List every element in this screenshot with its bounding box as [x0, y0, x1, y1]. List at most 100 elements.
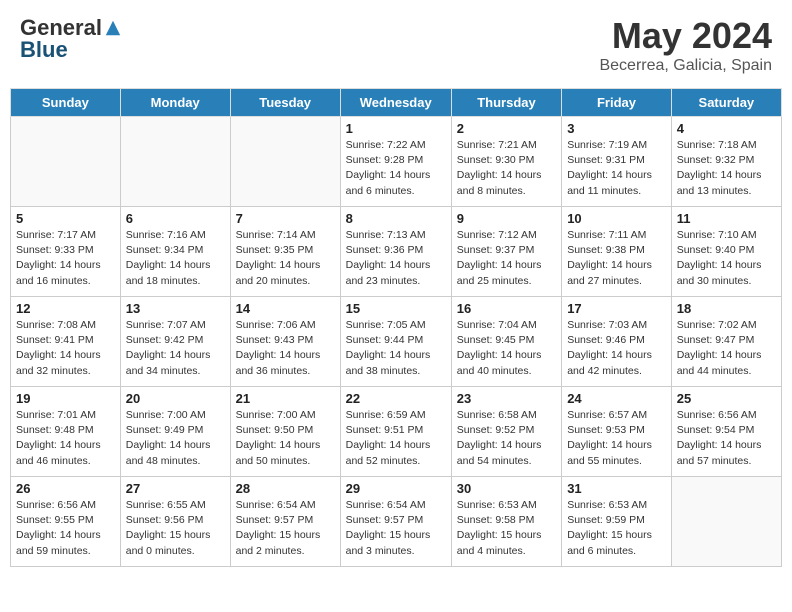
day-number: 16 [457, 301, 556, 316]
day-info: Sunrise: 7:11 AM Sunset: 9:38 PM Dayligh… [567, 228, 666, 289]
day-number: 22 [346, 391, 446, 406]
day-info: Sunrise: 7:04 AM Sunset: 9:45 PM Dayligh… [457, 318, 556, 379]
logo: General Blue [20, 15, 122, 63]
calendar-cell: 8 Sunrise: 7:13 AM Sunset: 9:36 PM Daylig… [340, 207, 451, 297]
day-number: 18 [677, 301, 776, 316]
day-info: Sunrise: 6:54 AM Sunset: 9:57 PM Dayligh… [346, 498, 446, 559]
calendar-cell: 24 Sunrise: 6:57 AM Sunset: 9:53 PM Dayli… [562, 387, 672, 477]
calendar-cell [11, 117, 121, 207]
calendar-cell: 15 Sunrise: 7:05 AM Sunset: 9:44 PM Dayli… [340, 297, 451, 387]
day-info: Sunrise: 7:02 AM Sunset: 9:47 PM Dayligh… [677, 318, 776, 379]
day-number: 8 [346, 211, 446, 226]
day-info: Sunrise: 7:22 AM Sunset: 9:28 PM Dayligh… [346, 138, 446, 199]
day-number: 11 [677, 211, 776, 226]
day-info: Sunrise: 6:55 AM Sunset: 9:56 PM Dayligh… [126, 498, 225, 559]
calendar-cell: 28 Sunrise: 6:54 AM Sunset: 9:57 PM Dayli… [230, 477, 340, 567]
weekday-header-sunday: Sunday [11, 89, 121, 117]
calendar-cell: 19Sunrise: 7:01 AM Sunset: 9:48 PM Dayli… [11, 387, 121, 477]
day-info: Sunrise: 6:58 AM Sunset: 9:52 PM Dayligh… [457, 408, 556, 469]
day-info: Sunrise: 6:57 AM Sunset: 9:53 PM Dayligh… [567, 408, 666, 469]
day-info: Sunrise: 7:12 AM Sunset: 9:37 PM Dayligh… [457, 228, 556, 289]
day-number: 6 [126, 211, 225, 226]
day-info: Sunrise: 7:03 AM Sunset: 9:46 PM Dayligh… [567, 318, 666, 379]
calendar-cell: 17 Sunrise: 7:03 AM Sunset: 9:46 PM Dayli… [562, 297, 672, 387]
weekday-header-thursday: Thursday [451, 89, 561, 117]
day-info: Sunrise: 7:07 AM Sunset: 9:42 PM Dayligh… [126, 318, 225, 379]
day-info: Sunrise: 7:14 AM Sunset: 9:35 PM Dayligh… [236, 228, 335, 289]
day-number: 7 [236, 211, 335, 226]
day-info: Sunrise: 6:54 AM Sunset: 9:57 PM Dayligh… [236, 498, 335, 559]
calendar-week-1: 1 Sunrise: 7:22 AM Sunset: 9:28 PM Daylig… [11, 117, 782, 207]
day-number: 15 [346, 301, 446, 316]
calendar-cell: 5 Sunrise: 7:17 AM Sunset: 9:33 PM Daylig… [11, 207, 121, 297]
day-number: 2 [457, 121, 556, 136]
day-number: 4 [677, 121, 776, 136]
logo-icon [104, 19, 122, 37]
day-number: 26 [16, 481, 115, 496]
day-info: Sunrise: 6:59 AM Sunset: 9:51 PM Dayligh… [346, 408, 446, 469]
day-info: Sunrise: 6:56 AM Sunset: 9:54 PM Dayligh… [677, 408, 776, 469]
calendar-cell: 27 Sunrise: 6:55 AM Sunset: 9:56 PM Dayli… [120, 477, 230, 567]
day-info: Sunrise: 7:17 AM Sunset: 9:33 PM Dayligh… [16, 228, 115, 289]
calendar-week-5: 26Sunrise: 6:56 AM Sunset: 9:55 PM Dayli… [11, 477, 782, 567]
weekday-header-monday: Monday [120, 89, 230, 117]
calendar-cell: 2Sunrise: 7:21 AM Sunset: 9:30 PM Daylig… [451, 117, 561, 207]
calendar-cell: 14Sunrise: 7:06 AM Sunset: 9:43 PM Dayli… [230, 297, 340, 387]
calendar-cell: 30 Sunrise: 6:53 AM Sunset: 9:58 PM Dayli… [451, 477, 561, 567]
day-info: Sunrise: 7:00 AM Sunset: 9:50 PM Dayligh… [236, 408, 335, 469]
day-info: Sunrise: 7:01 AM Sunset: 9:48 PM Dayligh… [16, 408, 115, 469]
day-info: Sunrise: 7:18 AM Sunset: 9:32 PM Dayligh… [677, 138, 776, 199]
day-number: 13 [126, 301, 225, 316]
day-info: Sunrise: 7:10 AM Sunset: 9:40 PM Dayligh… [677, 228, 776, 289]
day-info: Sunrise: 6:53 AM Sunset: 9:59 PM Dayligh… [567, 498, 666, 559]
calendar-cell: 20Sunrise: 7:00 AM Sunset: 9:49 PM Dayli… [120, 387, 230, 477]
calendar-cell: 12 Sunrise: 7:08 AM Sunset: 9:41 PM Dayli… [11, 297, 121, 387]
day-info: Sunrise: 7:00 AM Sunset: 9:49 PM Dayligh… [126, 408, 225, 469]
calendar-cell: 26Sunrise: 6:56 AM Sunset: 9:55 PM Dayli… [11, 477, 121, 567]
calendar-week-4: 19Sunrise: 7:01 AM Sunset: 9:48 PM Dayli… [11, 387, 782, 477]
month-year: May 2024 [599, 15, 772, 57]
day-number: 12 [16, 301, 115, 316]
page-header: General Blue May 2024 Becerrea, Galicia,… [10, 10, 782, 80]
day-number: 24 [567, 391, 666, 406]
day-info: Sunrise: 7:13 AM Sunset: 9:36 PM Dayligh… [346, 228, 446, 289]
calendar-cell: 13 Sunrise: 7:07 AM Sunset: 9:42 PM Dayli… [120, 297, 230, 387]
calendar-cell: 3 Sunrise: 7:19 AM Sunset: 9:31 PM Daylig… [562, 117, 672, 207]
calendar-cell: 31 Sunrise: 6:53 AM Sunset: 9:59 PM Dayli… [562, 477, 672, 567]
day-number: 17 [567, 301, 666, 316]
day-number: 29 [346, 481, 446, 496]
day-info: Sunrise: 7:19 AM Sunset: 9:31 PM Dayligh… [567, 138, 666, 199]
calendar-cell: 25 Sunrise: 6:56 AM Sunset: 9:54 PM Dayli… [671, 387, 781, 477]
day-number: 14 [236, 301, 335, 316]
day-info: Sunrise: 7:08 AM Sunset: 9:41 PM Dayligh… [16, 318, 115, 379]
calendar-cell: 9 Sunrise: 7:12 AM Sunset: 9:37 PM Daylig… [451, 207, 561, 297]
calendar-cell: 6Sunrise: 7:16 AM Sunset: 9:34 PM Daylig… [120, 207, 230, 297]
calendar-cell: 16 Sunrise: 7:04 AM Sunset: 9:45 PM Dayli… [451, 297, 561, 387]
day-number: 9 [457, 211, 556, 226]
day-number: 5 [16, 211, 115, 226]
day-number: 1 [346, 121, 446, 136]
calendar-cell: 22 Sunrise: 6:59 AM Sunset: 9:51 PM Dayli… [340, 387, 451, 477]
day-number: 21 [236, 391, 335, 406]
calendar-cell: 7 Sunrise: 7:14 AM Sunset: 9:35 PM Daylig… [230, 207, 340, 297]
calendar-cell: 29 Sunrise: 6:54 AM Sunset: 9:57 PM Dayli… [340, 477, 451, 567]
calendar-cell [230, 117, 340, 207]
calendar-cell [671, 477, 781, 567]
calendar-week-2: 5 Sunrise: 7:17 AM Sunset: 9:33 PM Daylig… [11, 207, 782, 297]
weekday-header-tuesday: Tuesday [230, 89, 340, 117]
day-number: 3 [567, 121, 666, 136]
calendar-cell: 21 Sunrise: 7:00 AM Sunset: 9:50 PM Dayli… [230, 387, 340, 477]
day-info: Sunrise: 7:05 AM Sunset: 9:44 PM Dayligh… [346, 318, 446, 379]
calendar-cell [120, 117, 230, 207]
calendar-cell: 1 Sunrise: 7:22 AM Sunset: 9:28 PM Daylig… [340, 117, 451, 207]
title-block: May 2024 Becerrea, Galicia, Spain [599, 15, 772, 75]
day-number: 30 [457, 481, 556, 496]
day-info: Sunrise: 6:53 AM Sunset: 9:58 PM Dayligh… [457, 498, 556, 559]
day-number: 10 [567, 211, 666, 226]
calendar-table: SundayMondayTuesdayWednesdayThursdayFrid… [10, 88, 782, 567]
day-number: 31 [567, 481, 666, 496]
day-number: 25 [677, 391, 776, 406]
day-number: 27 [126, 481, 225, 496]
calendar-cell: 23Sunrise: 6:58 AM Sunset: 9:52 PM Dayli… [451, 387, 561, 477]
day-number: 28 [236, 481, 335, 496]
